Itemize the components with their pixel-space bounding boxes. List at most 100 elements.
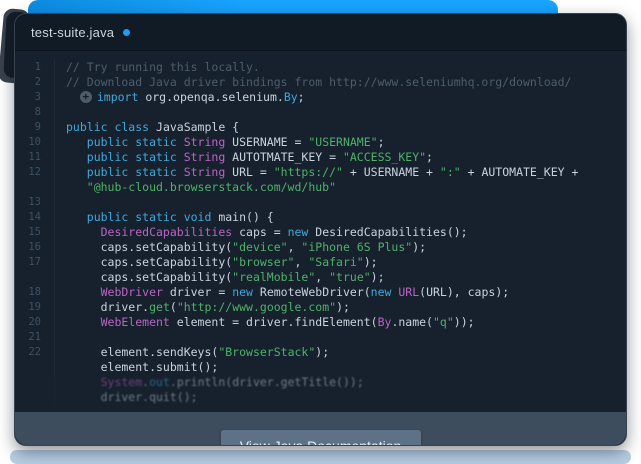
fold-expand-icon[interactable]: + [79,90,92,103]
code-line: 10 public static String USERNAME = "USER… [15,135,626,150]
token-txt: element.submit(); [66,360,219,374]
token-txt: ); [412,240,427,254]
line-number: 21 [28,331,41,343]
token-typ: System [66,375,143,389]
code-text [54,195,66,210]
token-typ: URL [391,285,420,299]
token-typ: By [377,315,392,329]
token-txt: USERNAME = [225,135,309,149]
token-str: "http://www.google.com" [176,300,337,314]
code-text: caps.setCapability("device", "iPhone 6S … [54,240,426,255]
token-kw: public class [66,120,150,134]
code-line: element.submit(); [15,360,626,375]
code-text: public static String AUTOTMATE_KEY = "AC… [54,150,433,165]
code-text: "@hub-cloud.browserstack.com/wd/hub" [54,180,336,195]
tab-test-suite-java[interactable]: test-suite.java [31,24,131,40]
code-line: 13 [15,195,626,210]
code-line: 12 public static String URL = "https://"… [15,165,626,180]
code-line: 21 [15,330,626,345]
token-txt: )); [453,315,475,329]
code-text: WebDriver driver = new RemoteWebDriver(n… [54,285,509,300]
token-typ: String [176,150,226,164]
code-text: caps.setCapability("realMobile", "true")… [54,270,385,285]
code-text: public class JavaSample { [54,120,239,135]
token-txt: ; [377,135,385,149]
token-typ: WebDriver [66,285,163,299]
token-kw: public static [66,135,177,149]
token-com: // Try running this locally. [66,60,260,74]
token-str: "true" [329,270,371,284]
code-line: caps.setCapability("realMobile", "true")… [15,270,626,285]
code-text: + import org.openqa.selenium.By; [54,90,305,105]
token-txt: element = driver.findElement( [169,315,378,329]
token-txt: ); [370,270,385,284]
line-number [15,375,41,390]
token-str: "BrowserStack" [218,345,316,359]
browserstack-code-sample: test-suite.java 1 // Try running this loc… [0,0,641,464]
token-str: "realMobile" [232,270,316,284]
token-str: ":" [439,165,461,179]
line-number: 19 [28,301,41,313]
token-txt: driver. [66,300,150,314]
line-number: 18 [28,286,41,298]
token-txt: ; [297,90,305,104]
token-str: "ACCESS_KEY" [342,150,427,164]
token-txt: caps.setCapability( [66,240,233,254]
code-text [54,330,66,345]
token-typ: DesiredCapabilities [66,225,233,239]
token-typ: String [176,165,226,179]
line-number: 10 [28,136,41,148]
token-txt: ); [363,255,378,269]
token-txt: + USERNAME + [342,165,440,179]
line-number: 2 [34,76,41,88]
token-str: "@hub-cloud.browserstack.com/wd/hub" [66,180,337,194]
token-txt: , [294,255,309,269]
unsaved-changes-dot [123,28,131,36]
code-line: driver.quit(); [15,390,626,405]
code-line: System.out.println(driver.getTitle()); [15,375,626,390]
code-text: // Download Java driver bindings from ht… [54,75,571,90]
line-number [15,180,41,195]
code-lines: 1 // Try running this locally. 2 // Downloa… [15,60,626,405]
code-line: 18 WebDriver driver = new RemoteWebDrive… [15,285,626,300]
token-typ: WebElement [66,315,170,329]
tab-filename: test-suite.java [31,24,115,40]
view-java-documentation-button[interactable]: View Java Documentation [220,430,421,445]
token-kw: new [370,285,392,299]
token-txt: caps = [232,225,288,239]
code-line: 16 caps.setCapability("device", "iPhone … [15,240,626,255]
code-line: 9 public class JavaSample { [15,120,626,135]
token-str: get [149,300,170,314]
code-line: 15 DesiredCapabilities caps = new Desire… [15,225,626,240]
token-txt: , [315,270,330,284]
bottom-overlay: View Java Documentation [15,412,626,445]
code-line: 14 public static void main() { [15,210,626,225]
token-txt: AUTOTMATE_KEY = [225,150,343,164]
token-typ: String [176,135,226,149]
code-line: 22 element.sendKeys("BrowserStack"); [15,345,626,360]
token-kw: public static [66,150,177,164]
line-number: 8 [34,106,41,118]
token-kw: By [283,90,298,104]
code-text: element.sendKeys("BrowserStack"); [54,345,329,360]
token-txt: driver.quit(); [66,390,198,404]
code-line: 3 + import org.openqa.selenium.By; [15,90,626,105]
token-str: "iPhone 6S Plus" [301,240,413,254]
token-txt: JavaSample { [149,120,240,134]
token-txt: RemoteWebDriver( [252,285,371,299]
code-editor-window: test-suite.java 1 // Try running this loc… [14,13,627,446]
token-txt: ); [315,345,330,359]
token-txt: driver = [162,285,233,299]
token-kw: public static void [66,210,212,224]
token-txt: (URL), caps); [419,285,510,299]
token-txt: DesiredCapabilities(); [308,225,468,239]
token-str: "q" [432,315,454,329]
token-txt: element.sendKeys( [66,345,219,359]
token-kw: new [287,225,309,239]
code-text: DesiredCapabilities caps = new DesiredCa… [54,225,468,240]
line-number: 12 [28,166,41,178]
line-number: 17 [28,256,41,268]
token-txt: ); [336,300,350,314]
token-str: "Safari" [308,255,364,269]
token-com: // Download Java driver bindings from ht… [66,75,572,89]
